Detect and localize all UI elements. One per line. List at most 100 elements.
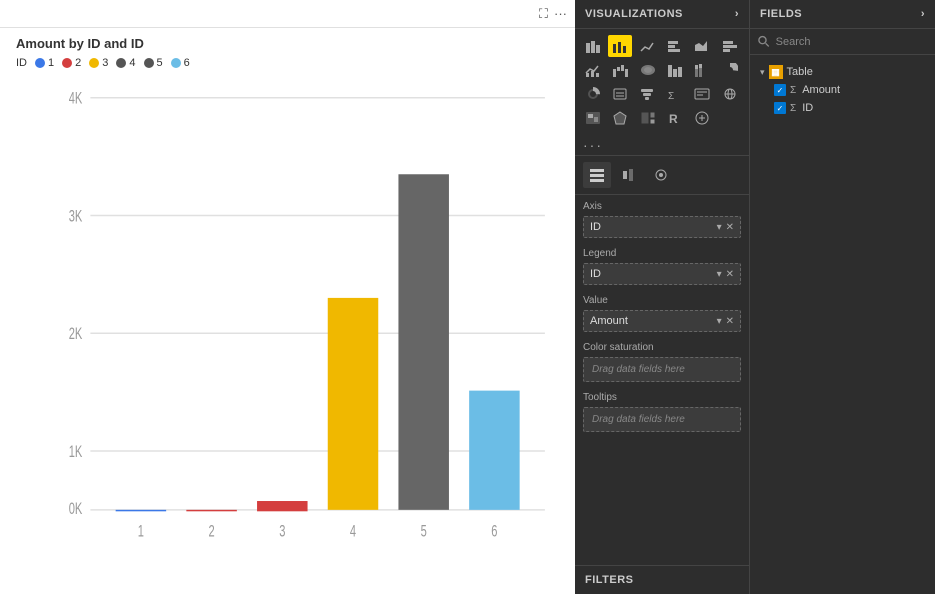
svg-text:Σ: Σ [668, 91, 674, 101]
tree-group-table: ▾ ▦ Table ✓ Σ Amount ✓ Σ ID [756, 63, 929, 117]
legend-value: ID [590, 268, 601, 280]
legend-chevron-icon: ▾ [717, 269, 722, 280]
legend-dot-3 [89, 58, 99, 68]
search-input[interactable] [776, 36, 927, 48]
tree-item-id[interactable]: ✓ Σ ID [756, 99, 929, 117]
legend-dot-6 [171, 58, 181, 68]
viz-icon-combo[interactable] [581, 59, 605, 81]
legend-text-4: 4 [129, 57, 135, 69]
axis-value: ID [590, 221, 601, 233]
fields-search[interactable] [750, 29, 935, 55]
legend-text-1: 1 [48, 57, 54, 69]
svg-text:4: 4 [350, 521, 356, 540]
legend-item-5: 5 [144, 57, 163, 69]
viz-icon-custom[interactable] [690, 107, 714, 129]
color-saturation-label: Color saturation [583, 342, 741, 353]
viz-icon-map[interactable] [718, 83, 742, 105]
legend-dot-1 [35, 58, 45, 68]
fields-chevron[interactable]: › [921, 8, 925, 20]
viz-icon-stacked-bar[interactable] [581, 35, 605, 57]
tooltips-label: Tooltips [583, 392, 741, 403]
tree-item-amount[interactable]: ✓ Σ Amount [756, 81, 929, 99]
legend-dot-4 [116, 58, 126, 68]
viz-icon-r-visual[interactable]: R [663, 107, 687, 129]
filters-label: FILTERS [585, 574, 634, 586]
chart-area: ⛶ ··· Amount by ID and ID ID 1 2 3 4 5 6 [0, 0, 575, 594]
axis-dropdown[interactable]: ID ▾ ✕ [583, 216, 741, 238]
viz-icon-area[interactable] [690, 35, 714, 57]
svg-text:5: 5 [421, 521, 427, 540]
viz-tab-analytics[interactable] [647, 162, 675, 188]
value-section: Value Amount ▾ ✕ [583, 295, 741, 332]
value-dropdown[interactable]: Amount ▾ ✕ [583, 310, 741, 332]
legend-item-3: 3 [89, 57, 108, 69]
viz-icon-ribbon[interactable] [636, 59, 660, 81]
viz-icon-waterfall[interactable] [608, 59, 632, 81]
axis-dropdown-icons: ▾ ✕ [717, 222, 734, 233]
viz-icon-column[interactable] [663, 35, 687, 57]
legend-section: Legend ID ▾ ✕ [583, 248, 741, 285]
legend-dropdown[interactable]: ID ▾ ✕ [583, 263, 741, 285]
legend-dropdown-icons: ▾ ✕ [717, 269, 734, 280]
viz-chevron[interactable]: › [735, 8, 739, 20]
viz-panel: VISUALIZATIONS › [575, 0, 750, 594]
viz-icon-scatter[interactable] [718, 35, 742, 57]
chart-legend: ID 1 2 3 4 5 6 [0, 55, 575, 75]
value-chevron-icon: ▾ [717, 316, 722, 327]
fields-panel: FIELDS › ▾ ▦ Table ✓ Σ Amount [750, 0, 935, 594]
viz-header: VISUALIZATIONS › [575, 0, 749, 29]
id-checkbox[interactable]: ✓ [774, 102, 786, 114]
viz-icon-gauge[interactable] [608, 83, 632, 105]
fields-tree: ▾ ▦ Table ✓ Σ Amount ✓ Σ ID [750, 55, 935, 594]
legend-close-icon[interactable]: ✕ [726, 269, 734, 280]
svg-text:4K: 4K [69, 88, 83, 107]
svg-text:2K: 2K [69, 324, 83, 343]
search-icon [758, 35, 770, 48]
tree-group-header[interactable]: ▾ ▦ Table [756, 63, 929, 81]
legend-item-2: 2 [62, 57, 81, 69]
amount-label: Amount [802, 84, 840, 96]
legend-label: ID [16, 57, 27, 69]
svg-text:3K: 3K [69, 206, 83, 225]
legend-dot-5 [144, 58, 154, 68]
fields-header: FIELDS › [750, 0, 935, 29]
viz-icon-pie[interactable] [718, 59, 742, 81]
value-close-icon[interactable]: ✕ [726, 316, 734, 327]
amount-checkbox[interactable]: ✓ [774, 84, 786, 96]
viz-tab-fields[interactable] [583, 162, 611, 188]
legend-text-5: 5 [157, 57, 163, 69]
viz-icon-stacked-column[interactable] [663, 59, 687, 81]
tooltips-drop[interactable]: Drag data fields here [583, 407, 741, 432]
svg-text:2: 2 [209, 521, 215, 540]
chart-toolbar: ⛶ ··· [0, 0, 575, 28]
viz-icon-shape-map[interactable] [608, 107, 632, 129]
viz-icon-card[interactable] [690, 83, 714, 105]
viz-dots: ··· [575, 135, 749, 155]
tree-collapse-icon: ▾ [760, 67, 765, 78]
viz-icon-line[interactable] [636, 35, 660, 57]
value-dropdown-icons: ▾ ✕ [717, 316, 734, 327]
color-saturation-drop[interactable]: Drag data fields here [583, 357, 741, 382]
amount-sigma: Σ [790, 85, 796, 96]
legend-text-2: 2 [75, 57, 81, 69]
viz-tab-format[interactable] [615, 162, 643, 188]
axis-close-icon[interactable]: ✕ [726, 222, 734, 233]
more-icon[interactable]: ··· [554, 6, 567, 21]
svg-text:1K: 1K [69, 442, 83, 461]
viz-icon-donut[interactable] [581, 83, 605, 105]
viz-icon-filled-map[interactable] [581, 107, 605, 129]
viz-icon-bar[interactable] [608, 35, 632, 57]
chart-svg: 4K 3K 2K 1K 0K 1 2 3 4 5 6 [50, 83, 555, 554]
viz-icon-funnel[interactable] [636, 83, 660, 105]
svg-text:1: 1 [138, 521, 144, 540]
legend-item-6: 6 [171, 57, 190, 69]
viz-icon-matrix[interactable]: Σ [663, 83, 687, 105]
viz-icon-100-stacked[interactable] [690, 59, 714, 81]
value-value: Amount [590, 315, 628, 327]
viz-icon-treemap[interactable] [636, 107, 660, 129]
svg-text:3: 3 [279, 521, 285, 540]
value-label: Value [583, 295, 741, 306]
expand-icon[interactable]: ⛶ [539, 6, 548, 22]
svg-text:6: 6 [491, 521, 497, 540]
fields-title: FIELDS [760, 8, 802, 20]
